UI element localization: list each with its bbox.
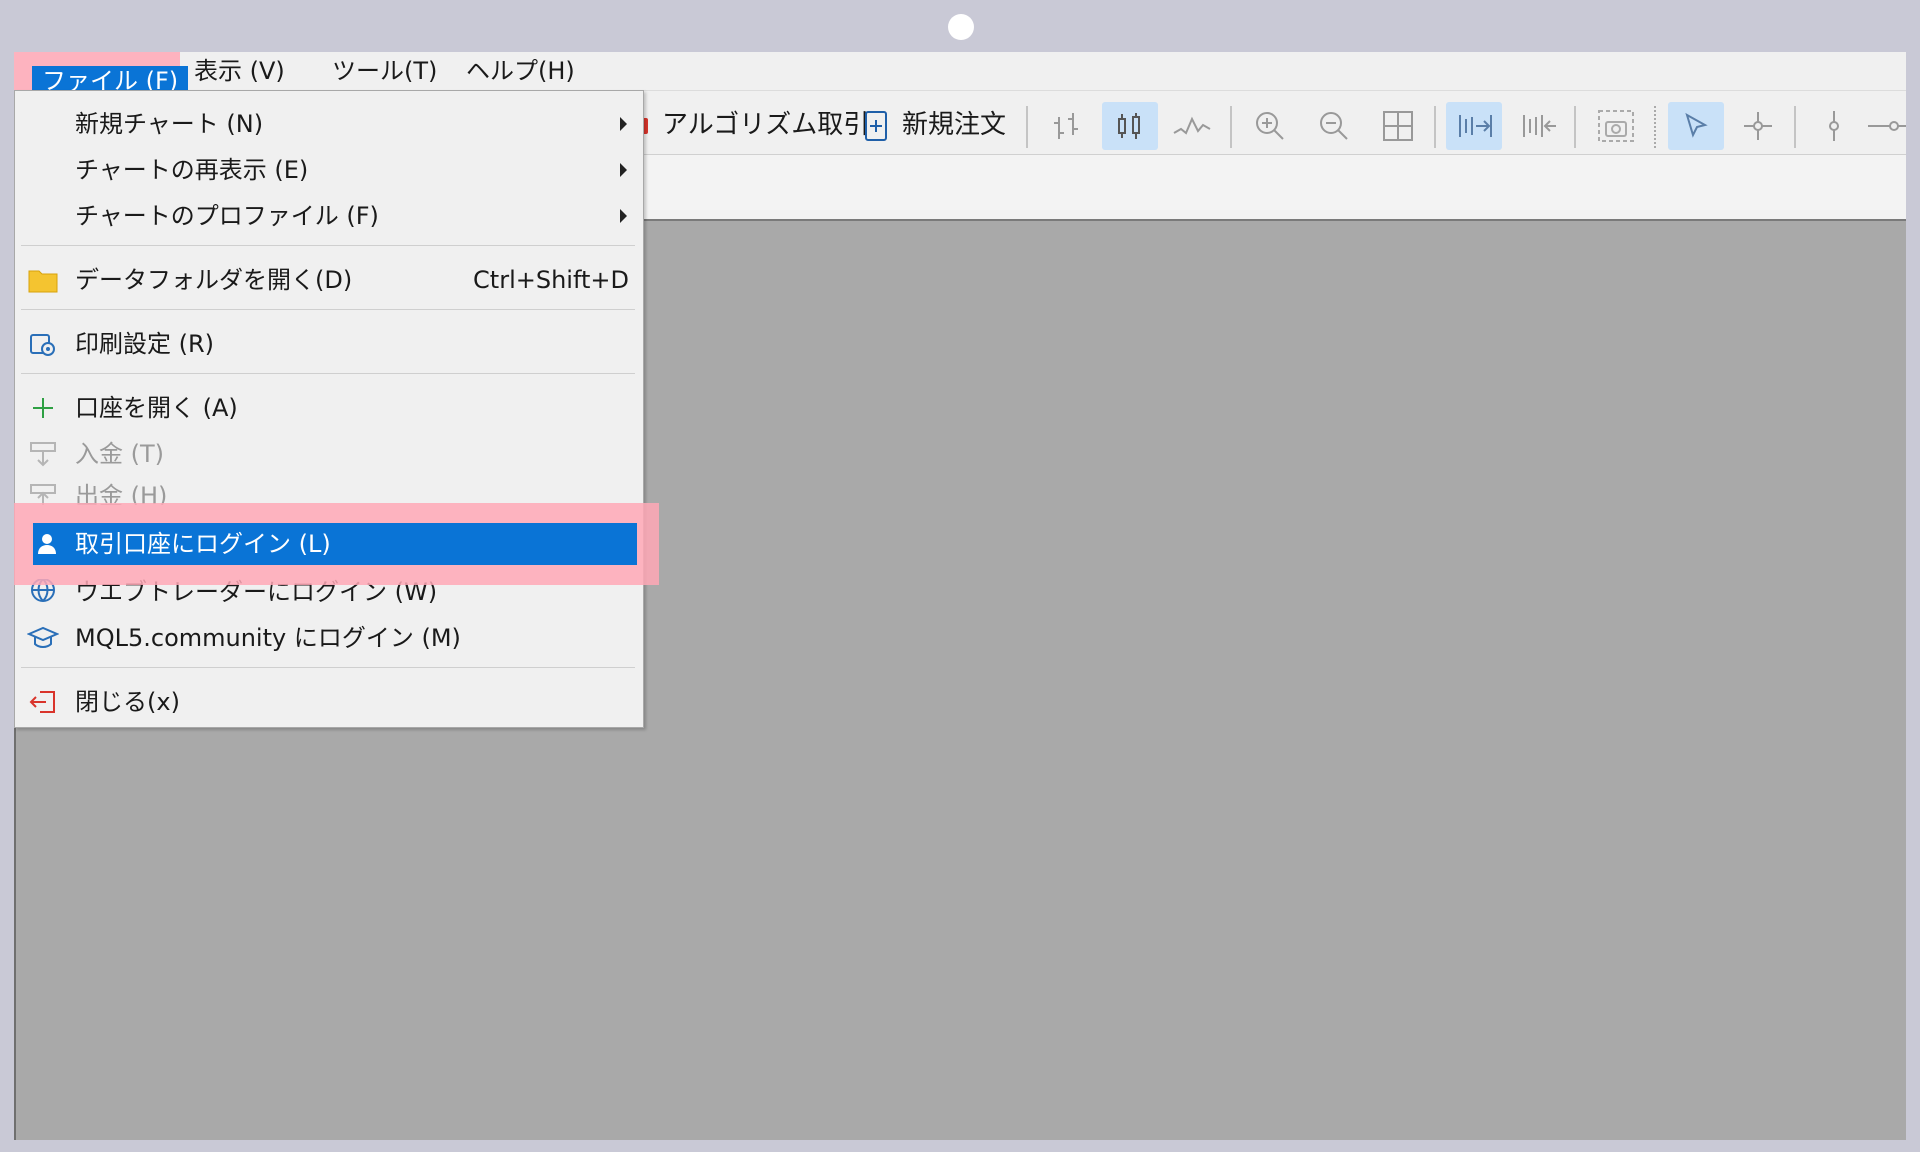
auto-scroll-icon[interactable]	[1446, 102, 1502, 150]
toolbar-separator	[1230, 106, 1232, 148]
screenshot-icon[interactable]	[1588, 102, 1644, 150]
algo-trading-button[interactable]: アルゴリズム取引	[662, 108, 869, 142]
folder-icon	[27, 265, 59, 295]
new-order-button[interactable]: 新規注文	[902, 108, 1006, 142]
zoom-out-icon[interactable]	[1306, 102, 1362, 150]
cursor-icon[interactable]	[1668, 102, 1724, 150]
new-order-icon[interactable]	[860, 102, 894, 150]
print-settings-icon	[27, 329, 59, 359]
menu-item-chart-redisplay[interactable]: チャートの再表示 (E)	[15, 149, 641, 191]
graduation-cap-icon	[27, 623, 59, 653]
grid-icon[interactable]	[1370, 102, 1426, 150]
menu-separator	[21, 373, 635, 374]
menu-item-open-data-folder[interactable]: データフォルダを開く(D) Ctrl+Shift+D	[15, 259, 641, 301]
menu-item-label: データフォルダを開く(D)	[75, 266, 353, 294]
deposit-icon	[27, 439, 59, 469]
line-chart-icon[interactable]	[1164, 102, 1220, 150]
menu-item-label: チャートの再表示 (E)	[75, 156, 309, 184]
menu-item-print-setup[interactable]: 印刷設定 (R)	[15, 323, 641, 365]
menu-item-label: チャートのプロファイル (F)	[75, 202, 379, 230]
vertical-line-icon[interactable]	[1806, 102, 1862, 150]
zoom-in-icon[interactable]	[1242, 102, 1298, 150]
submenu-arrow-icon	[620, 209, 627, 223]
menu-item-label: 取引口座にログイン (L)	[75, 530, 331, 558]
menu-separator	[21, 667, 635, 668]
menu-bar: ファイル (F) 表示 (V) ツール(T) ヘルプ(H)	[14, 52, 1906, 120]
menu-separator	[21, 245, 635, 246]
menu-item-label: 口座を開く (A)	[75, 394, 238, 422]
bar-chart-icon[interactable]	[1040, 102, 1096, 150]
menu-item-label: 入金 (T)	[75, 440, 165, 468]
horizontal-line-icon[interactable]	[1866, 102, 1906, 150]
menu-item-close[interactable]: 閉じる(x)	[15, 681, 641, 723]
toolbar-separator	[1574, 106, 1576, 148]
submenu-arrow-icon	[620, 163, 627, 177]
menu-item-withdraw[interactable]: 出金 (H)	[15, 475, 641, 505]
file-menu-dropdown: 新規チャート (N) チャートの再表示 (E) チャートのプロファイル (F) …	[14, 90, 659, 728]
menu-tools[interactable]: ツール(T)	[322, 56, 447, 86]
menu-item-label: MQL5.community にログイン (M)	[75, 624, 461, 652]
plus-icon	[27, 393, 59, 423]
candlestick-chart-icon[interactable]	[1102, 102, 1158, 150]
menu-help[interactable]: ヘルプ(H)	[456, 56, 585, 86]
crosshair-icon[interactable]	[1730, 102, 1786, 150]
menu-item-deposit[interactable]: 入金 (T)	[15, 433, 641, 475]
menu-item-shortcut: Ctrl+Shift+D	[473, 266, 629, 294]
toolbar-separator	[1794, 106, 1796, 148]
menu-item-chart-profile[interactable]: チャートのプロファイル (F)	[15, 195, 641, 237]
terminal-window: ファイル (F) 表示 (V) ツール(T) ヘルプ(H) アルゴリズム取引 新…	[14, 52, 1906, 1140]
camera-notch	[948, 14, 974, 40]
menu-view[interactable]: 表示 (V)	[184, 56, 295, 86]
menu-item-new-chart[interactable]: 新規チャート (N)	[15, 103, 641, 145]
exit-icon	[27, 687, 59, 717]
menu-item-label: 閉じる(x)	[75, 688, 180, 716]
submenu-arrow-icon	[620, 117, 627, 131]
withdraw-icon	[27, 481, 59, 505]
toolbar-separator	[1434, 106, 1436, 148]
menu-item-label: 出金 (H)	[75, 482, 168, 505]
menu-item-login-trade-account[interactable]: 取引口座にログイン (L)	[33, 523, 637, 565]
chart-shift-icon[interactable]	[1510, 102, 1566, 150]
menu-item-login-mql5[interactable]: MQL5.community にログイン (M)	[15, 617, 641, 659]
toolbar-separator	[1026, 106, 1028, 148]
menu-item-open-account[interactable]: 口座を開く (A)	[15, 387, 641, 429]
toolbar-grip	[1654, 106, 1659, 148]
user-icon	[31, 529, 63, 559]
menu-item-label: 印刷設定 (R)	[75, 330, 215, 358]
menu-item-label: 新規チャート (N)	[75, 110, 264, 138]
menu-separator	[21, 309, 635, 310]
